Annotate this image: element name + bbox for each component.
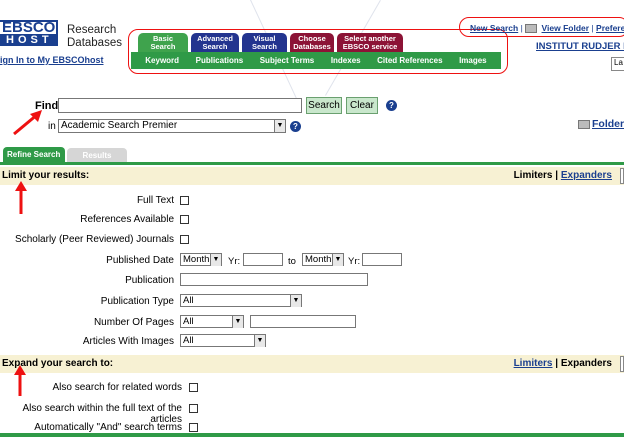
tab-underline (0, 162, 624, 165)
bottom-border (0, 433, 624, 437)
yr-from-input[interactable] (243, 253, 283, 266)
month-to-value: Month (305, 254, 332, 265)
section-end (620, 168, 624, 184)
in-label: in (48, 121, 56, 132)
month-from-select[interactable]: Month ▼ (180, 253, 222, 266)
yr-from-label: Yr: (228, 256, 241, 267)
and-terms-checkbox[interactable] (189, 423, 198, 432)
publication-label: Publication (125, 275, 174, 286)
month-from-value: Month (183, 254, 210, 265)
publication-type-label: Publication Type (100, 296, 174, 307)
pages-label: Number Of Pages (93, 317, 174, 328)
related-words-label: Also search for related words (52, 382, 182, 393)
scholarly-checkbox[interactable] (180, 235, 189, 244)
pages-value: All (183, 316, 194, 327)
logo-bottom-text: HOST (0, 34, 58, 46)
section-end (620, 356, 624, 372)
full-text-label: Full Text (136, 195, 174, 206)
images-label: Articles With Images (82, 336, 174, 347)
scholarly-label: Scholarly (Peer Reviewed) Journals (15, 234, 174, 245)
annotation-arrow (13, 110, 42, 136)
annotation-arrow (14, 365, 26, 396)
yr-to-input[interactable] (362, 253, 402, 266)
references-label: References Available (80, 214, 174, 225)
and-terms-label: Automatically "And" search terms (34, 422, 182, 433)
tab-results[interactable]: Results (67, 148, 127, 163)
full-text-checkbox[interactable] (180, 196, 189, 205)
help-icon[interactable]: ? (386, 100, 397, 111)
chevron-down-icon: ▼ (290, 295, 301, 307)
top-links: New Search | View Folder | Preferen (470, 23, 624, 34)
limiters-label: Limiters (513, 170, 553, 181)
to-label: to (288, 256, 296, 267)
expanders-link[interactable]: Expanders (561, 170, 612, 181)
chevron-down-icon: ▼ (332, 254, 343, 266)
clear-button[interactable]: Clear (346, 97, 378, 114)
link-separator: | (555, 170, 559, 181)
annotation-oval-tabs (128, 29, 508, 74)
limiters-link[interactable]: Limiters (514, 358, 553, 369)
yr-to-label: Yr: (348, 256, 361, 267)
search-button[interactable]: Search (306, 97, 342, 114)
chevron-down-icon: ▼ (210, 254, 221, 266)
brand-text: Research Databases (67, 24, 122, 50)
chevron-down-icon: ▼ (232, 316, 243, 328)
folder-link[interactable]: Folder i (578, 118, 624, 130)
language-select[interactable]: La (611, 57, 624, 71)
preferences-link[interactable]: Preferen (596, 23, 624, 33)
month-to-select[interactable]: Month ▼ (302, 253, 344, 266)
related-words-checkbox[interactable] (189, 383, 198, 392)
ebscohost-logo: EBSCO HOST (0, 20, 58, 48)
institution-name[interactable]: INSTITUT RUDJER BO (536, 41, 624, 52)
publication-type-select[interactable]: All ▼ (180, 294, 302, 307)
database-value: Academic Search Premier (61, 120, 178, 131)
new-search-link[interactable]: New Search (470, 23, 518, 33)
database-select[interactable]: Academic Search Premier ▼ (58, 119, 286, 133)
brand-line2: Databases (67, 37, 122, 49)
folder-icon (525, 24, 538, 34)
publication-input[interactable] (180, 273, 368, 286)
chevron-down-icon: ▼ (274, 120, 285, 132)
references-checkbox[interactable] (180, 215, 189, 224)
expand-section-header: Expand your search to: Limiters | Expand… (0, 355, 624, 373)
folder-icon (578, 119, 590, 129)
pages-input[interactable] (250, 315, 356, 328)
publication-type-value: All (183, 295, 194, 306)
view-folder-link[interactable]: View Folder (542, 23, 590, 33)
images-value: All (183, 335, 194, 346)
signin-link[interactable]: ign In to My EBSCOhost (0, 55, 104, 65)
brand-line1: Research (67, 24, 117, 36)
limit-section-header: Limit your results: Limiters | Expanders (0, 167, 624, 185)
chevron-down-icon: ▼ (254, 335, 265, 347)
help-icon[interactable]: ? (290, 121, 301, 132)
tab-refine-search[interactable]: Refine Search (3, 147, 65, 163)
link-separator: | (555, 358, 559, 369)
search-input[interactable] (58, 98, 302, 113)
images-select[interactable]: All ▼ (180, 334, 266, 347)
folder-link-label: Folder i (592, 118, 624, 130)
pages-select[interactable]: All ▼ (180, 315, 244, 328)
fulltext-search-checkbox[interactable] (189, 404, 198, 413)
expand-section-links: Limiters | Expanders (514, 358, 612, 369)
published-date-label: Published Date (106, 255, 174, 266)
limit-section-links: Limiters | Expanders (514, 170, 612, 181)
annotation-arrow (15, 181, 27, 214)
expanders-label: Expanders (560, 358, 612, 369)
